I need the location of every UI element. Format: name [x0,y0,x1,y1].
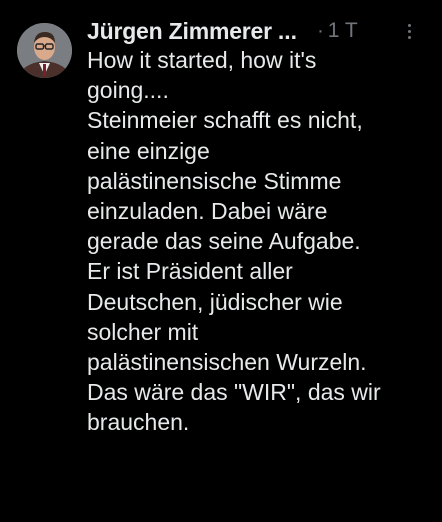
post-text-line: brauchen. [87,409,190,436]
post-text-line: palästinensischen Wurzeln. [87,349,367,376]
post-text-line: gerade das seine Aufgabe. [87,228,361,255]
post-text-line: Das wäre das "WIR", das wir [87,379,381,406]
post-text-line: einzuladen. Dabei wäre [87,198,328,225]
post-text-line: solcher mit [87,318,199,345]
post-text-line: palästinensische Stimme [87,167,342,194]
post-header: Jürgen Zimmerer ... · 1 T [87,14,428,48]
separator-dot: · [317,19,324,42]
post-text-line: Er ist Präsident aller [87,258,293,285]
author-name-truncation: ... [277,17,298,44]
post-timestamp[interactable]: 1 T [328,19,358,43]
post-text-line: How it started, how it's [87,47,317,73]
post-text-line: Steinmeier schafft es nicht, [87,107,363,134]
more-options-icon[interactable] [404,14,414,48]
author-name[interactable]: Jürgen Zimmerer [87,18,272,45]
post-text-line: Deutschen, jüdischer wie [87,288,343,315]
post-text-line: eine einzige [87,137,210,164]
post[interactable]: Jürgen Zimmerer ... · 1 T How it started… [0,0,442,522]
avatar[interactable] [17,23,72,78]
post-text-line: going.... [87,77,169,104]
post-text: How it started, how it's going.... Stein… [87,45,432,438]
avatar-image [17,23,72,78]
